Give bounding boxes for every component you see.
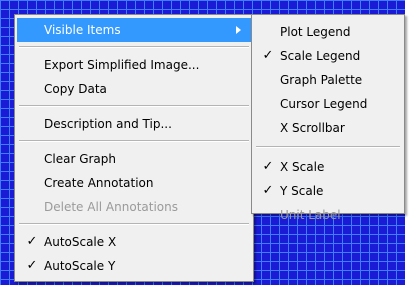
menu-item-label: X Scale	[280, 160, 325, 174]
menu-separator	[256, 146, 400, 148]
menu-item-copy-data[interactable]: Copy Data	[15, 77, 253, 101]
menu-item-label: Y Scale	[280, 184, 324, 198]
menu-item-label: Plot Legend	[280, 25, 351, 39]
submenu-item-y-scale[interactable]: ✓ Y Scale	[252, 179, 404, 203]
menu-separator	[19, 223, 249, 225]
menu-item-label: Graph Palette	[280, 73, 363, 87]
submenu-item-cursor-legend[interactable]: Cursor Legend	[252, 92, 404, 116]
check-mark-icon: ✓	[26, 234, 38, 249]
menu-item-autoscale-x[interactable]: ✓ AutoScale X	[15, 230, 253, 254]
submenu-item-x-scale[interactable]: ✓ X Scale	[252, 155, 404, 179]
menu-item-export-simplified-image[interactable]: Export Simplified Image...	[15, 53, 253, 77]
menu-separator	[19, 46, 249, 48]
menu-item-autoscale-y[interactable]: ✓ AutoScale Y	[15, 254, 253, 278]
menu-item-label: Unit Label	[280, 208, 341, 222]
menu-item-clear-graph[interactable]: Clear Graph	[15, 147, 253, 171]
menu-item-label: AutoScale X	[44, 235, 117, 249]
check-mark-icon: ✓	[262, 183, 274, 198]
submenu-item-plot-legend[interactable]: Plot Legend	[252, 20, 404, 44]
menu-item-label: Export Simplified Image...	[44, 58, 200, 72]
menu-item-create-annotation[interactable]: Create Annotation	[15, 171, 253, 195]
check-mark-icon: ✓	[262, 159, 274, 174]
check-mark-icon: ✓	[262, 48, 274, 63]
menu-item-label: X Scrollbar	[280, 121, 345, 135]
menu-item-label: Create Annotation	[44, 176, 154, 190]
submenu-arrow-icon	[236, 26, 241, 34]
menu-item-label: Clear Graph	[44, 152, 117, 166]
menu-item-delete-all-annotations: Delete All Annotations	[15, 195, 253, 219]
menu-item-label: AutoScale Y	[44, 259, 116, 273]
graph-frame-bottom	[0, 285, 411, 291]
submenu-item-graph-palette[interactable]: Graph Palette	[252, 68, 404, 92]
graph-frame-right	[405, 0, 411, 291]
menu-item-label: Copy Data	[44, 82, 107, 96]
visible-items-submenu: Plot Legend ✓ Scale Legend Graph Palette…	[251, 14, 405, 222]
submenu-item-unit-label: Unit Label	[252, 203, 404, 227]
menu-item-label: Delete All Annotations	[44, 200, 178, 214]
menu-item-label: Description and Tip...	[44, 117, 172, 131]
menu-separator	[19, 105, 249, 107]
context-menu: Visible Items Export Simplified Image...…	[14, 14, 254, 282]
menu-item-label: Cursor Legend	[280, 97, 368, 111]
menu-item-label: Scale Legend	[280, 49, 361, 63]
menu-item-description-and-tip[interactable]: Description and Tip...	[15, 112, 253, 136]
menu-item-visible-items[interactable]: Visible Items	[17, 18, 251, 42]
menu-item-label: Visible Items	[44, 23, 121, 37]
submenu-item-x-scrollbar[interactable]: X Scrollbar	[252, 116, 404, 140]
check-mark-icon: ✓	[26, 258, 38, 273]
menu-separator	[19, 140, 249, 142]
submenu-item-scale-legend[interactable]: ✓ Scale Legend	[252, 44, 404, 68]
